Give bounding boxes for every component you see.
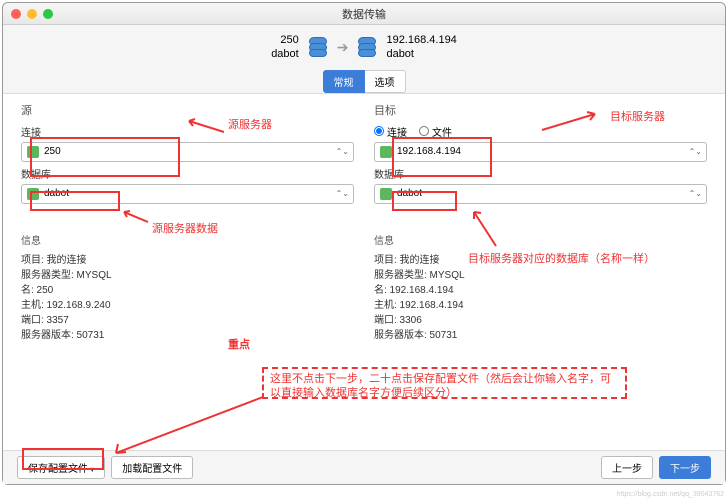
- body: 源 连接 250 数据库 dabot 信息 项目: 我的连接 服务器类型: MY…: [3, 94, 725, 450]
- titlebar: 数据传输: [3, 3, 725, 25]
- server-icon: [380, 146, 392, 158]
- save-profile-button[interactable]: 保存配置文件: [17, 456, 105, 479]
- target-column: 目标 连接 文件 192.168.4.194 数据库 dabot 信息 项目: …: [374, 94, 707, 450]
- info-line: 主机: 192.168.4.194: [374, 298, 707, 313]
- info-line: 名: 192.168.4.194: [374, 283, 707, 298]
- info-line: 名: 250: [21, 283, 354, 298]
- target-db-label: 数据库: [374, 166, 707, 181]
- target-db-value: dabot: [397, 188, 422, 199]
- target-db-select[interactable]: dabot: [374, 184, 707, 204]
- tabs: 常规 选项: [3, 70, 725, 93]
- info-line: 主机: 192.168.9.240: [21, 298, 354, 313]
- target-title: 目标: [374, 102, 707, 118]
- info-line: 服务器版本: 50731: [21, 328, 354, 343]
- source-conn-select[interactable]: 250: [21, 142, 354, 162]
- source-conn-label: 连接: [21, 124, 354, 139]
- target-conn-value: 192.168.4.194: [397, 146, 461, 157]
- info-line: 端口: 3306: [374, 313, 707, 328]
- database-icon: [358, 37, 376, 57]
- load-profile-button[interactable]: 加载配置文件: [111, 456, 193, 479]
- watermark: https://blog.csdn.net/qq_39043762: [617, 491, 724, 498]
- target-summary: 192.168.4.194 dabot: [386, 33, 456, 62]
- arrow-right-icon: ➔: [337, 39, 349, 56]
- radio-file[interactable]: 文件: [419, 124, 452, 139]
- source-title: 源: [21, 102, 354, 118]
- source-db: dabot: [271, 47, 299, 61]
- info-line: 服务器类型: MYSQL: [21, 268, 354, 283]
- footer: 保存配置文件 加载配置文件 上一步 下一步: [3, 450, 725, 484]
- database-small-icon: [27, 188, 39, 200]
- header: 250 dabot ➔ 192.168.4.194 dabot 常规 选项: [3, 25, 725, 94]
- radio-input[interactable]: [419, 126, 429, 136]
- info-title: 信息: [21, 234, 354, 249]
- source-conn-value: 250: [44, 146, 61, 157]
- info-line: 项目: 我的连接: [21, 253, 354, 268]
- tab-general[interactable]: 常规: [323, 70, 365, 93]
- source-db-label: 数据库: [21, 166, 354, 181]
- source-info: 信息 项目: 我的连接 服务器类型: MYSQL 名: 250 主机: 192.…: [21, 234, 354, 343]
- info-line: 项目: 我的连接: [374, 253, 707, 268]
- radio-connection[interactable]: 连接: [374, 124, 407, 139]
- target-db: dabot: [386, 47, 456, 61]
- info-title: 信息: [374, 234, 707, 249]
- next-button[interactable]: 下一步: [659, 456, 711, 479]
- source-db-select[interactable]: dabot: [21, 184, 354, 204]
- info-line: 服务器版本: 50731: [374, 328, 707, 343]
- tab-options[interactable]: 选项: [365, 70, 406, 93]
- info-line: 端口: 3357: [21, 313, 354, 328]
- database-icon: [309, 37, 327, 57]
- database-small-icon: [380, 188, 392, 200]
- prev-button[interactable]: 上一步: [601, 456, 653, 479]
- transfer-summary: 250 dabot ➔ 192.168.4.194 dabot: [3, 33, 725, 70]
- target-conn-select[interactable]: 192.168.4.194: [374, 142, 707, 162]
- target-ip: 192.168.4.194: [386, 33, 456, 47]
- radio-input[interactable]: [374, 126, 384, 136]
- source-db-value: dabot: [44, 188, 69, 199]
- source-summary: 250 dabot: [271, 33, 299, 62]
- target-info: 信息 项目: 我的连接 服务器类型: MYSQL 名: 192.168.4.19…: [374, 234, 707, 343]
- dialog-window: 数据传输 250 dabot ➔ 192.168.4.194 dabot 常规 …: [2, 2, 726, 485]
- window-title: 数据传输: [3, 6, 725, 22]
- target-mode-radios: 连接 文件: [374, 124, 707, 139]
- source-column: 源 连接 250 数据库 dabot 信息 项目: 我的连接 服务器类型: MY…: [21, 94, 354, 450]
- info-line: 服务器类型: MYSQL: [374, 268, 707, 283]
- source-ip: 250: [271, 33, 299, 47]
- server-icon: [27, 146, 39, 158]
